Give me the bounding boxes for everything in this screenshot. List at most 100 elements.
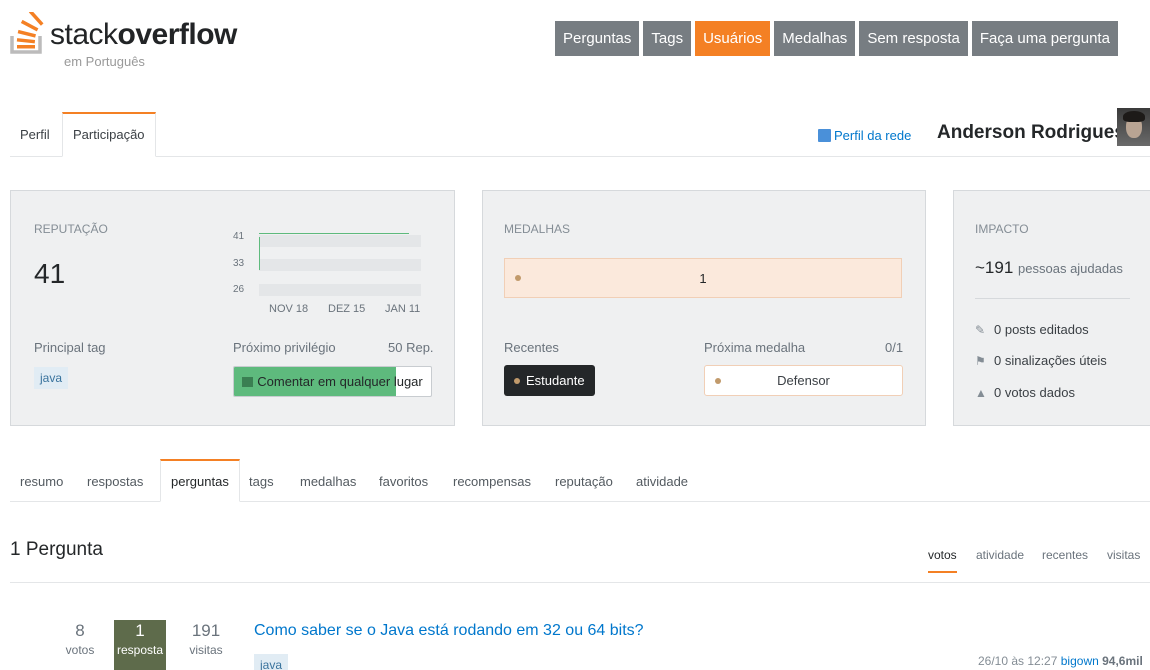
nav-questions[interactable]: Perguntas — [555, 21, 640, 56]
next-privilege-rep: 50 Rep. — [388, 340, 434, 355]
next-privilege-label: Próximo privilégio — [233, 340, 336, 355]
questions-heading: 1 Pergunta — [10, 539, 103, 560]
tab-profile[interactable]: Perfil — [10, 112, 60, 157]
triangle-up-icon: ▲ — [975, 386, 987, 400]
comment-icon — [242, 377, 254, 387]
next-badge-name: Defensor — [777, 373, 830, 388]
avatar[interactable] — [1117, 108, 1150, 146]
impact-label: IMPACTO — [975, 222, 1029, 236]
tab-favorites[interactable]: favoritos — [369, 459, 438, 502]
recent-badges-label: Recentes — [504, 340, 559, 355]
tab-bounties[interactable]: recompensas — [443, 459, 541, 502]
question-answers: 1 resposta — [114, 620, 166, 670]
pencil-icon: ✎ — [975, 323, 986, 337]
graph-x-label: JAN 11 — [385, 303, 421, 315]
avatar-hair — [1123, 111, 1145, 122]
question-user-link[interactable]: bigown — [1061, 654, 1099, 668]
question-votes: 8 votos — [54, 620, 106, 658]
impact-card: IMPACTO ~191 pessoas ajudadas ✎ 0 posts e… — [953, 190, 1150, 426]
divider — [975, 298, 1130, 299]
sort-newest[interactable]: recentes — [1042, 538, 1088, 573]
reputation-value[interactable]: 41 — [34, 258, 65, 290]
answers-count: 1 — [135, 621, 145, 640]
graph-x-label: DEZ 15 — [328, 303, 366, 315]
top-tag-label: Principal tag — [34, 340, 106, 355]
privilege-progress-text: Comentar em qualquer lugar — [234, 367, 431, 396]
recent-badge-name: Estudante — [526, 373, 585, 388]
logo-wordmark: stackoverflow — [50, 18, 237, 51]
recent-badge[interactable]: Estudante — [504, 365, 595, 396]
network-profile-label: Perfil da rede — [834, 128, 912, 143]
next-badge-progress: 0/1 — [885, 340, 904, 355]
question-title-link[interactable]: Como saber se o Java está rodando em 32 … — [254, 622, 644, 640]
question-views: 191 visitas — [180, 620, 232, 658]
tab-answers[interactable]: respostas — [77, 459, 153, 502]
nav-users[interactable]: Usuários — [695, 21, 771, 56]
nav-tags[interactable]: Tags — [643, 21, 692, 56]
top-nav: Perguntas Tags Usuários Medalhas Sem res… — [555, 21, 1118, 56]
tab-badges[interactable]: medalhas — [290, 459, 366, 502]
sort-votes[interactable]: votos — [928, 538, 957, 573]
graph-y-label: 41 — [233, 231, 245, 242]
next-privilege-name: Comentar em qualquer lugar — [257, 374, 423, 389]
activity-tabs: resumo respostas perguntas tags medalhas… — [10, 459, 1150, 502]
tab-tags[interactable]: tags — [239, 459, 284, 502]
votes-label: votos — [65, 643, 95, 657]
tab-summary[interactable]: resumo — [10, 459, 73, 502]
votes-count: 8 — [75, 621, 85, 640]
graph-band — [259, 259, 421, 271]
reputation-graph[interactable]: 41 33 26 NOV 18 DEZ 15 JAN 11 — [233, 231, 423, 315]
helpful-flags: ⚑ 0 sinalizações úteis — [975, 353, 1107, 368]
tab-reputation[interactable]: reputação — [545, 459, 623, 502]
sort-tabs: votos atividade recentes visitas — [920, 538, 1150, 573]
posts-edited: ✎ 0 posts editados — [975, 322, 1089, 337]
badges-label: MEDALHAS — [504, 222, 571, 236]
network-profile-link[interactable]: Perfil da rede — [818, 128, 911, 143]
graph-line — [259, 237, 260, 270]
stack-exchange-icon — [818, 129, 831, 142]
stack-logo-icon — [10, 12, 44, 54]
nav-badges[interactable]: Medalhas — [774, 21, 856, 56]
graph-x-label: NOV 18 — [269, 303, 309, 315]
reputation-label: REPUTAÇÃO — [34, 222, 108, 236]
nav-ask-question[interactable]: Faça uma pergunta — [971, 21, 1118, 56]
next-badge-label: Próxima medalha — [704, 340, 806, 355]
people-reached-label: pessoas ajudadas — [1018, 261, 1123, 276]
badges-card: MEDALHAS 1 Recentes Próxima medalha 0/1 … — [482, 190, 926, 426]
asked-time: 26/10 às 12:27 — [978, 654, 1058, 668]
tab-questions[interactable]: perguntas — [160, 459, 240, 502]
bronze-badge-count: 1 — [699, 271, 707, 286]
graph-y-label: 26 — [233, 284, 245, 295]
nav-unanswered[interactable]: Sem resposta — [859, 21, 968, 56]
reputation-card: REPUTAÇÃO 41 41 33 26 NOV 18 DEZ 15 JAN … — [10, 190, 455, 426]
site-logo[interactable]: stackoverflow em Português — [10, 10, 240, 69]
user-name: Anderson Rodrigues — [937, 122, 1125, 143]
logo-subtitle: em Português — [64, 54, 145, 69]
divider — [10, 582, 1150, 583]
graph-line — [259, 233, 409, 234]
views-label: visitas — [189, 643, 223, 657]
votes-cast-text: 0 votos dados — [994, 385, 1075, 400]
tab-activity[interactable]: Participação — [62, 112, 156, 157]
next-badge[interactable]: Defensor — [704, 365, 903, 396]
graph-band — [259, 235, 421, 247]
helpful-flags-text: 0 sinalizações úteis — [994, 353, 1107, 368]
votes-cast: ▲ 0 votos dados — [975, 385, 1075, 400]
sort-views[interactable]: visitas — [1107, 538, 1140, 573]
answers-label: resposta — [116, 643, 164, 657]
next-privilege-progress[interactable]: Comentar em qualquer lugar — [233, 366, 432, 397]
question-meta: 26/10 às 12:27 bigown 94,6mil — [978, 654, 1143, 668]
sort-activity[interactable]: atividade — [976, 538, 1024, 573]
graph-y-label: 33 — [233, 258, 245, 269]
top-tag[interactable]: java — [34, 367, 69, 389]
user-reputation: 94,6mil — [1102, 654, 1143, 668]
flag-icon: ⚑ — [975, 354, 986, 368]
question-tag[interactable]: java — [254, 654, 289, 670]
posts-edited-text: 0 posts editados — [994, 322, 1089, 337]
bronze-badges-summary[interactable]: 1 — [504, 258, 902, 298]
views-count: 191 — [191, 621, 221, 640]
bronze-badge-icon — [514, 378, 520, 384]
people-reached: ~191 pessoas ajudadas — [975, 258, 1123, 278]
people-reached-value: ~191 — [975, 258, 1014, 277]
tab-activity-log[interactable]: atividade — [626, 459, 698, 502]
